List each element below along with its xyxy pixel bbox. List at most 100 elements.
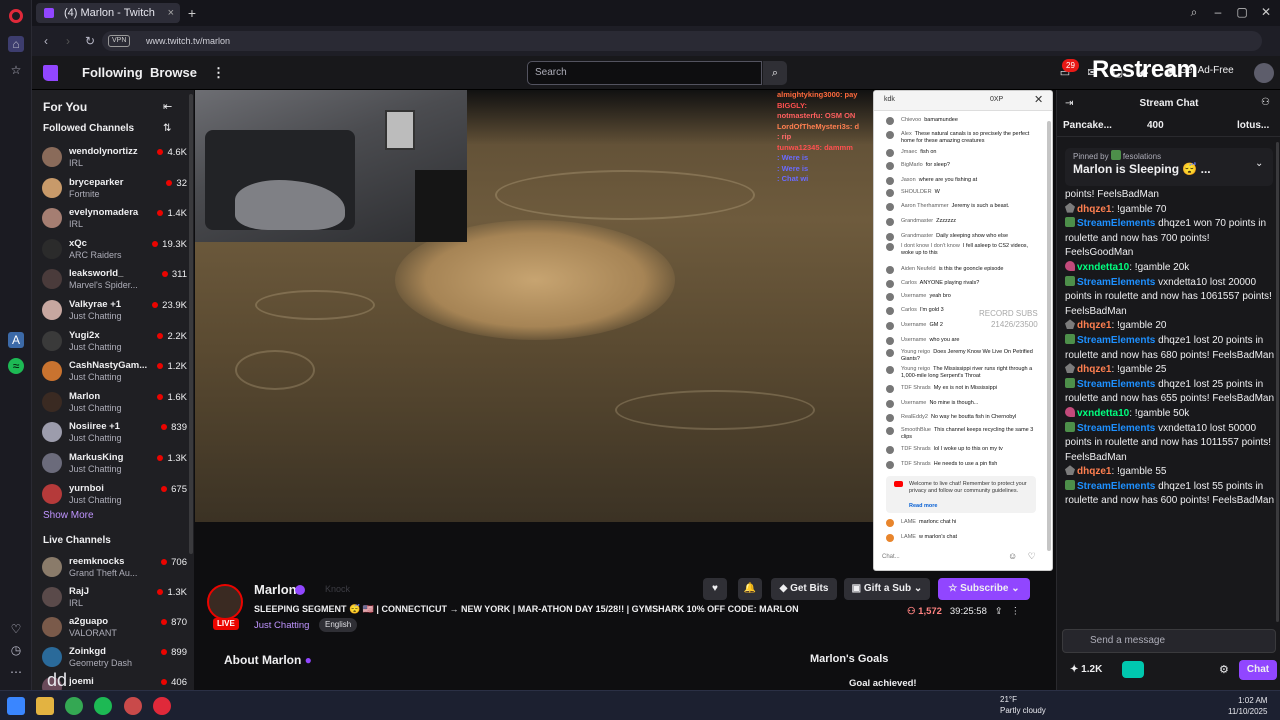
chat-username[interactable]: StreamElements: [1077, 277, 1155, 288]
sidebar-channel[interactable]: Yugi2x Just Chatting 2.2K: [42, 328, 187, 358]
chat-username[interactable]: vxndetta10: [1077, 262, 1129, 273]
more-icon[interactable]: ⋯: [8, 664, 24, 680]
follow-heart-button[interactable]: ♥: [703, 578, 727, 600]
clock[interactable]: 1:02 AM 11/10/2025: [1228, 695, 1267, 717]
chevron-down-icon[interactable]: ⌄: [1255, 158, 1263, 169]
sidebar-channel[interactable]: bryceparker Fortnite 32: [42, 175, 187, 205]
sidebar-channel[interactable]: evelynomadera IRL 1.4K: [42, 205, 187, 235]
close-tab-icon[interactable]: ×: [168, 3, 174, 23]
chat-username[interactable]: dhqze1: [1077, 204, 1111, 215]
weather-widget[interactable]: 21°F Partly cloudy: [1000, 694, 1046, 716]
show-more-link[interactable]: Show More: [43, 510, 94, 521]
sidebar-scrollbar[interactable]: [189, 94, 193, 554]
chat-username[interactable]: StreamElements: [1077, 335, 1155, 346]
spotify-icon[interactable]: ≈: [8, 358, 24, 374]
user-avatar: [886, 162, 894, 170]
welcome-notice: Welcome to live chat! Remember to protec…: [886, 476, 1036, 513]
video-player[interactable]: almightyking3000: pay BIGGLY: notmasterfu:…: [195, 90, 873, 522]
chat-username[interactable]: vxndetta10: [1077, 408, 1129, 419]
home-icon[interactable]: ⌂: [8, 36, 24, 52]
hype-right-name[interactable]: lotus...: [1237, 120, 1269, 131]
popup-chat-input[interactable]: Chat...: [882, 554, 1002, 560]
hype-left-name[interactable]: Pancake...: [1063, 120, 1112, 131]
language-tag[interactable]: English: [319, 618, 358, 632]
notification-bell-button[interactable]: 🔔: [738, 578, 762, 600]
chat-username[interactable]: dhqze1: [1077, 320, 1111, 331]
chat-username[interactable]: dhqze1: [1077, 466, 1111, 477]
chat-scrollbar[interactable]: [1276, 142, 1279, 622]
forward-icon[interactable]: ›: [60, 33, 76, 49]
more-options-icon[interactable]: ⋮: [1011, 606, 1021, 617]
nav-following[interactable]: Following: [82, 65, 143, 80]
close-window-icon[interactable]: ✕: [1258, 4, 1274, 20]
channel-points[interactable]: ✦ 1.2K: [1070, 664, 1102, 675]
chrome-icon[interactable]: [65, 697, 83, 715]
start-icon[interactable]: [7, 697, 25, 715]
sort-icon[interactable]: ⇅: [163, 123, 171, 134]
pinned-app-icon[interactable]: A: [8, 332, 24, 348]
nav-browse[interactable]: Browse: [150, 65, 197, 80]
read-more-link[interactable]: Read more: [909, 503, 937, 510]
sidebar-channel[interactable]: reemknocks Grand Theft Au... 706: [42, 554, 187, 584]
sidebar-channel[interactable]: leaksworld_ Marvel's Spider... 311: [42, 266, 187, 296]
sidebar-channel[interactable]: a2guapo VALORANT 870: [42, 614, 187, 644]
search-input[interactable]: Search: [527, 61, 762, 85]
url-field[interactable]: VPN www.twitch.tv/marlon: [102, 31, 1262, 51]
twitch-logo-icon[interactable]: [43, 65, 58, 81]
sidebar-channel[interactable]: Marlon Just Chatting 1.6K: [42, 389, 187, 419]
youtube-chat-popup[interactable]: kdk 0XP ✕ Chievoo bamamundee Alex These n…: [873, 90, 1053, 571]
chat-username[interactable]: StreamElements: [1077, 379, 1155, 390]
sidebar-channel[interactable]: RajJ IRL 1.3K: [42, 584, 187, 614]
heart-icon[interactable]: ♡: [8, 621, 24, 637]
sidebar-channel[interactable]: wendolynortizz IRL 4.6K: [42, 144, 187, 174]
opera-icon[interactable]: [153, 697, 171, 715]
opera-logo-icon[interactable]: [9, 9, 23, 23]
reload-icon[interactable]: ↻: [82, 33, 98, 49]
emoji-icon[interactable]: ☺: [1008, 551, 1017, 561]
vpn-badge[interactable]: VPN: [108, 35, 131, 47]
star-icon[interactable]: ☆: [8, 62, 24, 78]
get-bits-button[interactable]: ◆ Get Bits: [771, 578, 837, 600]
more-menu-icon[interactable]: ⋮: [212, 65, 225, 81]
sidebar-channel[interactable]: Nosiiree +1 Just Chatting 839: [42, 419, 187, 449]
file-explorer-icon[interactable]: [36, 697, 54, 715]
search-icon[interactable]: ⌕: [763, 61, 787, 85]
spotify-icon[interactable]: [94, 697, 112, 715]
chat-users-icon[interactable]: ⚇: [1261, 97, 1270, 108]
chat-settings-icon[interactable]: ⚙: [1219, 663, 1229, 676]
message-user: LAME: [901, 534, 916, 540]
sidebar-channel[interactable]: CashNastyGam... Just Chatting 1.2K: [42, 358, 187, 388]
browser-icon[interactable]: [124, 697, 142, 715]
back-icon[interactable]: ‹: [38, 33, 54, 49]
chat-username[interactable]: dhqze1: [1077, 364, 1111, 375]
search-tabs-icon[interactable]: ⌕: [1186, 4, 1202, 20]
maximize-icon[interactable]: ▢: [1234, 4, 1250, 20]
chat-username[interactable]: StreamElements: [1077, 423, 1155, 434]
streamer-avatar[interactable]: [207, 584, 243, 620]
browser-tab[interactable]: (4) Marlon - Twitch ×: [36, 3, 180, 23]
minimize-icon[interactable]: –: [1210, 4, 1226, 20]
sidebar-channel[interactable]: MarkusKing Just Chatting 1.3K: [42, 450, 187, 480]
heart-icon[interactable]: ♡: [1028, 551, 1036, 561]
new-tab-button[interactable]: +: [184, 3, 200, 23]
sidebar-channel[interactable]: yurnboi Just Chatting 675: [42, 481, 187, 511]
popup-close-icon[interactable]: ✕: [1034, 93, 1043, 106]
points-claim-button[interactable]: [1122, 661, 1144, 678]
chat-input[interactable]: Send a message: [1062, 629, 1276, 653]
collapse-sidebar-icon[interactable]: ⇤: [163, 100, 172, 113]
share-icon[interactable]: ⇪: [995, 606, 1003, 617]
streamer-name[interactable]: Marlon: [254, 582, 297, 597]
sidebar-channel[interactable]: xQc ARC Raiders 19.3K: [42, 236, 187, 266]
subscribe-button[interactable]: ☆ Subscribe ⌄: [938, 578, 1030, 600]
sidebar-channel[interactable]: Valkyrae +1 Just Chatting 23.9K: [42, 297, 187, 327]
pinned-message[interactable]: Pinned by fesolations Marlon is Sleeping…: [1065, 148, 1273, 186]
gift-sub-button[interactable]: ▣ Gift a Sub ⌄: [844, 578, 930, 600]
history-icon[interactable]: ◷: [8, 642, 24, 658]
chat-username[interactable]: StreamElements: [1077, 481, 1155, 492]
chat-username[interactable]: StreamElements: [1077, 218, 1155, 229]
user-avatar[interactable]: [1254, 63, 1274, 83]
popup-scrollbar[interactable]: [1047, 121, 1051, 551]
category-link[interactable]: Just Chatting: [254, 620, 309, 631]
chat-send-button[interactable]: Chat: [1239, 660, 1277, 680]
chat-message: StreamElements vxndetta10 lost 20000 poi…: [1065, 275, 1275, 320]
